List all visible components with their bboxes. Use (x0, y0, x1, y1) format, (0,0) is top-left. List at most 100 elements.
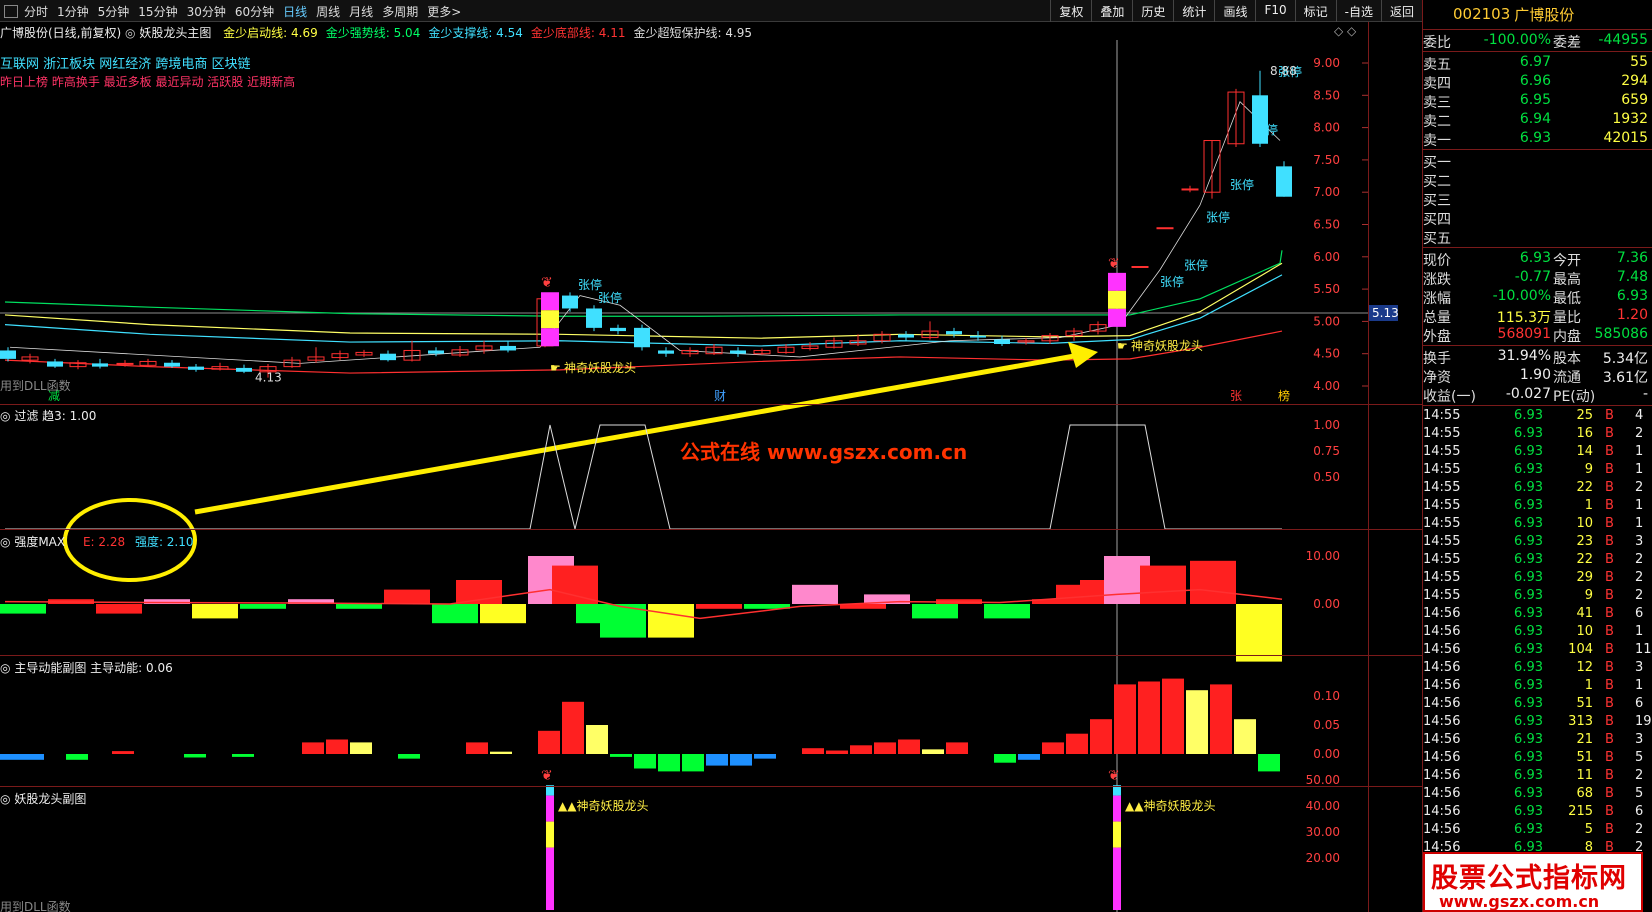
ask-row[interactable]: 卖二 6.94 1932 (1423, 110, 1652, 130)
candle-body-down (610, 327, 626, 332)
tick-volume: 215 (1568, 804, 1593, 819)
watermark-title: 股票公式指标网 (1431, 863, 1627, 894)
strength-bar (384, 589, 430, 604)
ask-price: 6.97 (1519, 54, 1551, 70)
tick-row: 14:55 6.93 9 B 1 (1423, 461, 1652, 479)
legend-line-2: 金少支撑线: 4.54 (428, 26, 523, 40)
bid-row[interactable]: 买三 (1423, 189, 1652, 209)
momentum-bar (1114, 684, 1136, 754)
strength-y-tick: 0.00 (1313, 597, 1340, 611)
panel-divider-3 (0, 655, 1422, 656)
panel-divider-2 (0, 529, 1422, 530)
logo-watermark: 股票公式指标网 www.gszx.com.cn (1423, 852, 1643, 912)
tick-count: 2 (1635, 480, 1644, 495)
tick-price: 6.93 (1514, 732, 1543, 747)
quote-header: 002103 广博股份 (1423, 0, 1652, 28)
stat-row: 外盘 568091 内盘 585086 (1423, 325, 1652, 345)
tick-row: 14:56 6.93 12 B 3 (1423, 659, 1652, 677)
price-axis-divider (1368, 22, 1369, 912)
stat-row: 涨幅 -10.00% 最低 6.93 (1423, 287, 1652, 307)
momentum-bar (1210, 684, 1232, 754)
momentum-bar (706, 754, 728, 766)
momentum-bar (1018, 754, 1040, 760)
strength-bar (432, 604, 478, 624)
tick-price: 6.93 (1514, 768, 1543, 783)
menu-icon[interactable]: ◎ (125, 26, 135, 40)
tick-volume: 14 (1576, 444, 1593, 459)
stat-value: 7.48 (1616, 269, 1648, 285)
tick-volume: 10 (1576, 624, 1593, 639)
ask-label: 卖二 (1423, 114, 1451, 130)
sub-signal-bar (1113, 795, 1121, 822)
stat-label: 外盘 (1423, 329, 1451, 345)
tick-count: 2 (1635, 570, 1644, 585)
tick-time: 14:56 (1423, 822, 1461, 837)
butterfly-icon: ❦ (1108, 768, 1120, 784)
fin-row: 净资 1.90 流通 3.61亿 (1423, 366, 1652, 386)
sub-title[interactable]: 妖股龙头副图 (14, 792, 86, 806)
event-marker: 榜 (1278, 388, 1290, 403)
momentum-bar (610, 754, 632, 757)
bid-row[interactable]: 买一 (1423, 151, 1652, 171)
momentum-title[interactable]: 主导动能副图 (14, 661, 86, 675)
momentum-bar (1234, 719, 1256, 754)
stat-row: 总量 115.3万 量比 1.20 (1423, 306, 1652, 326)
bid-row[interactable]: 买二 (1423, 170, 1652, 190)
indicator-name[interactable]: 妖股龙头主图 (139, 26, 211, 40)
momentum-bar (1042, 742, 1064, 754)
fin-value: -0.027 (1505, 386, 1551, 402)
y-tick-label: 7.00 (1313, 185, 1340, 199)
candle-body-up (1156, 227, 1174, 230)
tick-volume: 29 (1576, 570, 1593, 585)
collapse-icon[interactable]: ◎ (0, 792, 10, 806)
limit-up-label: 张停 (1206, 209, 1230, 224)
sub-y-tick: 40.00 (1306, 799, 1340, 813)
ask-price: 6.95 (1519, 92, 1551, 108)
tick-price: 6.93 (1514, 714, 1543, 729)
momentum-bar (490, 751, 512, 754)
collapse-icon[interactable]: ◎ (0, 535, 10, 549)
ask-row[interactable]: 卖三 6.95 659 (1423, 91, 1652, 111)
y-tick-label: 6.00 (1313, 250, 1340, 264)
low-label: 4.13 (255, 371, 282, 385)
candle-body-down (946, 331, 962, 335)
price-stats: 现价 6.93 今开 7.36 涨跌 -0.77 最高 7.48 涨幅 -10.00% 最低 6.93… (1423, 249, 1652, 345)
tick-price: 6.93 (1514, 516, 1543, 531)
tick-price: 6.93 (1514, 696, 1543, 711)
tick-price: 6.93 (1514, 786, 1543, 801)
sub-y-tick: 50.00 (1306, 773, 1340, 787)
filter-title[interactable]: 过滤 (14, 409, 38, 423)
tick-list[interactable]: 14:55 6.93 25 B 4 14:55 6.93 16 B 2 14:55 6.93 14 B 1 1… (1423, 407, 1652, 857)
ask-row[interactable]: 卖四 6.96 294 (1423, 72, 1652, 92)
strength-title[interactable]: 强度MAX (14, 535, 65, 549)
fin-value: - (1642, 386, 1648, 402)
ask-row[interactable]: 卖一 6.93 42015 (1423, 129, 1652, 149)
tick-time: 14:55 (1423, 534, 1461, 549)
stat-label: 内盘 (1553, 329, 1581, 345)
collapse-icon[interactable]: ◎ (0, 409, 10, 423)
fin-row: 收益(一) -0.027 PE(动) - (1423, 385, 1652, 405)
strength-bar (240, 604, 286, 609)
tick-row: 14:55 6.93 29 B 2 (1423, 569, 1652, 587)
sub-signal-label: ▲▲神奇妖股龙头 (558, 799, 648, 813)
tick-row: 14:55 6.93 1 B 1 (1423, 497, 1652, 515)
webi-label: 委比 (1423, 35, 1451, 51)
candle-body-up (116, 362, 134, 365)
bid-row[interactable]: 买四 (1423, 208, 1652, 228)
stock-code: 002103 (1453, 5, 1511, 23)
bid-label: 买一 (1423, 155, 1451, 171)
stat-value: 1.20 (1616, 307, 1648, 323)
ask-row[interactable]: 卖五 6.97 55 (1423, 53, 1652, 73)
tick-price: 6.93 (1514, 642, 1543, 657)
tick-time: 14:55 (1423, 588, 1461, 603)
collapse-icon[interactable]: ◎ (0, 661, 10, 675)
panel-controls[interactable]: ◇ ◇ (1334, 24, 1356, 38)
candle-body-down (730, 350, 746, 354)
momentum-bar (562, 701, 584, 754)
y-tick-label: 9.00 (1313, 56, 1340, 70)
candle-body-down (92, 363, 108, 367)
tick-side: B (1605, 642, 1614, 657)
dll-note-main: 用到DLL函数 (0, 379, 71, 393)
bid-label: 买五 (1423, 231, 1451, 247)
bid-row[interactable]: 买五 (1423, 227, 1652, 247)
